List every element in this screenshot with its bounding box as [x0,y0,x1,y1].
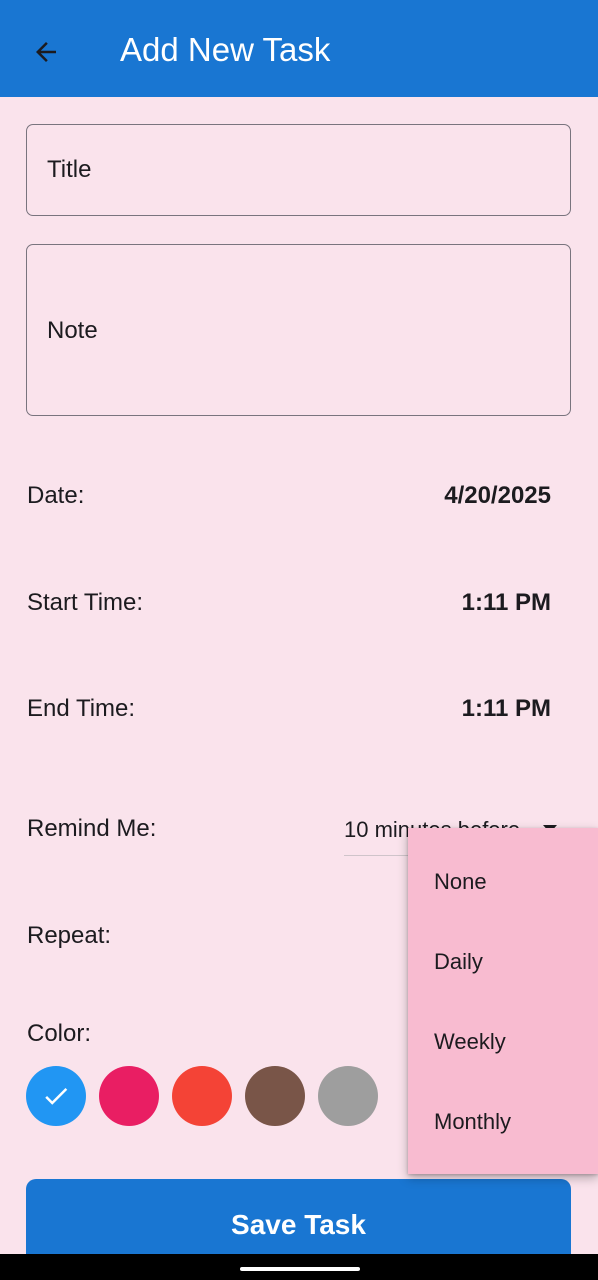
color-swatch[interactable] [172,1066,232,1126]
color-swatch[interactable] [26,1066,86,1126]
menu-item-label: Daily [434,949,483,974]
date-label: Date: [27,482,85,509]
color-swatch[interactable] [99,1066,159,1126]
title-placeholder: Title [47,156,92,183]
back-button[interactable] [22,28,70,76]
note-field[interactable]: Note [26,244,571,416]
start-time-value[interactable]: 1:11 PM [462,589,551,617]
remind-label: Remind Me: [27,815,157,842]
repeat-option-monthly[interactable]: Monthly [408,1082,598,1162]
color-swatch[interactable] [318,1066,378,1126]
menu-item-label: Weekly [434,1029,506,1054]
app-bar: Add New Task [0,0,598,97]
system-nav-bar [0,1254,598,1280]
end-time-value[interactable]: 1:11 PM [462,695,551,723]
check-icon [45,1087,68,1105]
save-task-label: Save Task [231,1209,366,1240]
note-placeholder: Note [47,317,98,344]
color-swatches [26,1066,386,1126]
repeat-label: Repeat: [27,922,112,949]
title-field[interactable]: Title [26,124,571,216]
repeat-option-daily[interactable]: Daily [408,922,598,1002]
date-value[interactable]: 4/20/2025 [444,482,551,510]
repeat-option-weekly[interactable]: Weekly [408,1002,598,1082]
menu-item-label: None [434,869,487,894]
color-label: Color: [27,1020,92,1047]
end-time-label: End Time: [27,695,136,722]
page-title: Add New Task [120,31,331,68]
repeat-option-none[interactable]: None [408,842,598,922]
menu-item-label: Monthly [434,1109,512,1134]
repeat-dropdown-menu: None Daily Weekly Monthly [408,828,598,1174]
start-time-label: Start Time: [27,589,144,616]
home-gesture-handle[interactable] [240,1267,360,1271]
color-swatch[interactable] [245,1066,305,1126]
arrow-back-icon [36,42,56,62]
